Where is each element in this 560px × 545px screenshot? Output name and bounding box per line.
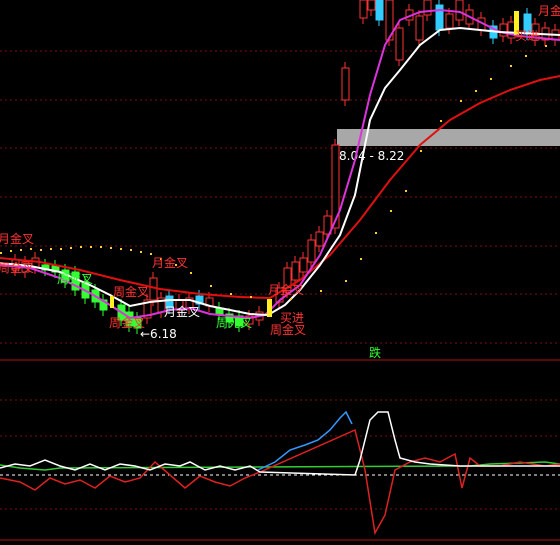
dot-marker — [490, 78, 492, 80]
dot-marker — [510, 65, 512, 67]
series-line-red — [0, 75, 560, 300]
candle-body — [375, 0, 384, 21]
candle-body — [307, 239, 316, 263]
signal-label: 周金叉 — [270, 322, 306, 337]
dot-marker — [420, 150, 422, 152]
osc-line-blue — [257, 410, 353, 471]
dot-marker — [460, 100, 462, 102]
signal-label: 周死叉 — [57, 272, 93, 286]
signal-candle — [267, 299, 272, 317]
dot-marker — [345, 280, 347, 282]
dot-marker — [90, 246, 92, 248]
dot-marker — [130, 249, 132, 251]
dot-marker — [110, 247, 112, 249]
dot-marker — [405, 190, 407, 192]
signal-label: 月金叉 — [268, 282, 304, 297]
stock-chart: 8.04 - 8.22 月金叉 周金叉 月金叉 周死叉 周金叉 月金叉 周金叉 … — [0, 0, 560, 545]
dot-marker — [50, 248, 52, 250]
signal-label: 周死叉 — [216, 316, 252, 330]
dot-marker — [40, 249, 42, 251]
resistance-band — [337, 129, 560, 146]
series-dotted-yellow — [0, 45, 547, 300]
candle-body — [291, 261, 300, 281]
candle-body — [415, 15, 424, 41]
dot-marker — [390, 210, 392, 212]
dot-marker — [190, 272, 192, 274]
dot-marker — [20, 249, 22, 251]
resistance-band-label: 8.04 - 8.22 — [339, 149, 404, 163]
signal-label: 月金叉 — [0, 231, 34, 246]
signal-label: 月金 — [538, 3, 560, 18]
signal-label: 周金叉 — [0, 260, 34, 275]
dot-marker — [0, 252, 2, 254]
candle-body — [315, 231, 324, 247]
dot-marker — [545, 45, 547, 47]
dot-marker — [360, 258, 362, 260]
dot-marker — [120, 248, 122, 250]
dot-marker — [150, 253, 152, 255]
dot-marker — [30, 248, 32, 250]
dot-marker — [70, 247, 72, 249]
candle-body — [435, 4, 444, 31]
candle-body — [341, 67, 350, 101]
dot-marker — [80, 246, 82, 248]
dot-marker — [525, 55, 527, 57]
candle-body — [299, 257, 308, 273]
dot-marker — [475, 90, 477, 92]
dot-marker — [100, 246, 102, 248]
candle-body — [395, 27, 404, 61]
dot-marker — [320, 290, 322, 292]
signal-label: 买进 — [515, 29, 539, 43]
dot-marker — [440, 120, 442, 122]
osc-line-red — [0, 428, 560, 536]
dot-marker — [250, 296, 252, 298]
dot-marker — [375, 232, 377, 234]
candle-body — [423, 0, 432, 16]
dot-marker — [10, 250, 12, 252]
indicator-label: 跌 — [369, 345, 381, 360]
dot-marker — [60, 248, 62, 250]
candle-body — [367, 0, 376, 11]
signal-label: 月金叉 — [152, 255, 188, 270]
dot-marker — [140, 251, 142, 253]
signal-label: 周金叉 — [113, 284, 149, 299]
candle-body — [359, 0, 368, 19]
signal-label: 月金叉 — [164, 304, 200, 319]
low-marker-label: ←6.18 — [140, 327, 177, 341]
dot-marker — [290, 298, 292, 300]
candle-body — [455, 0, 464, 21]
candle-body — [445, 13, 454, 29]
dot-marker — [210, 285, 212, 287]
dot-marker — [230, 293, 232, 295]
osc-line-white — [0, 411, 560, 476]
chart-canvas: 8.04 - 8.22 月金叉 周金叉 月金叉 周死叉 周金叉 月金叉 周金叉 … — [0, 0, 560, 541]
